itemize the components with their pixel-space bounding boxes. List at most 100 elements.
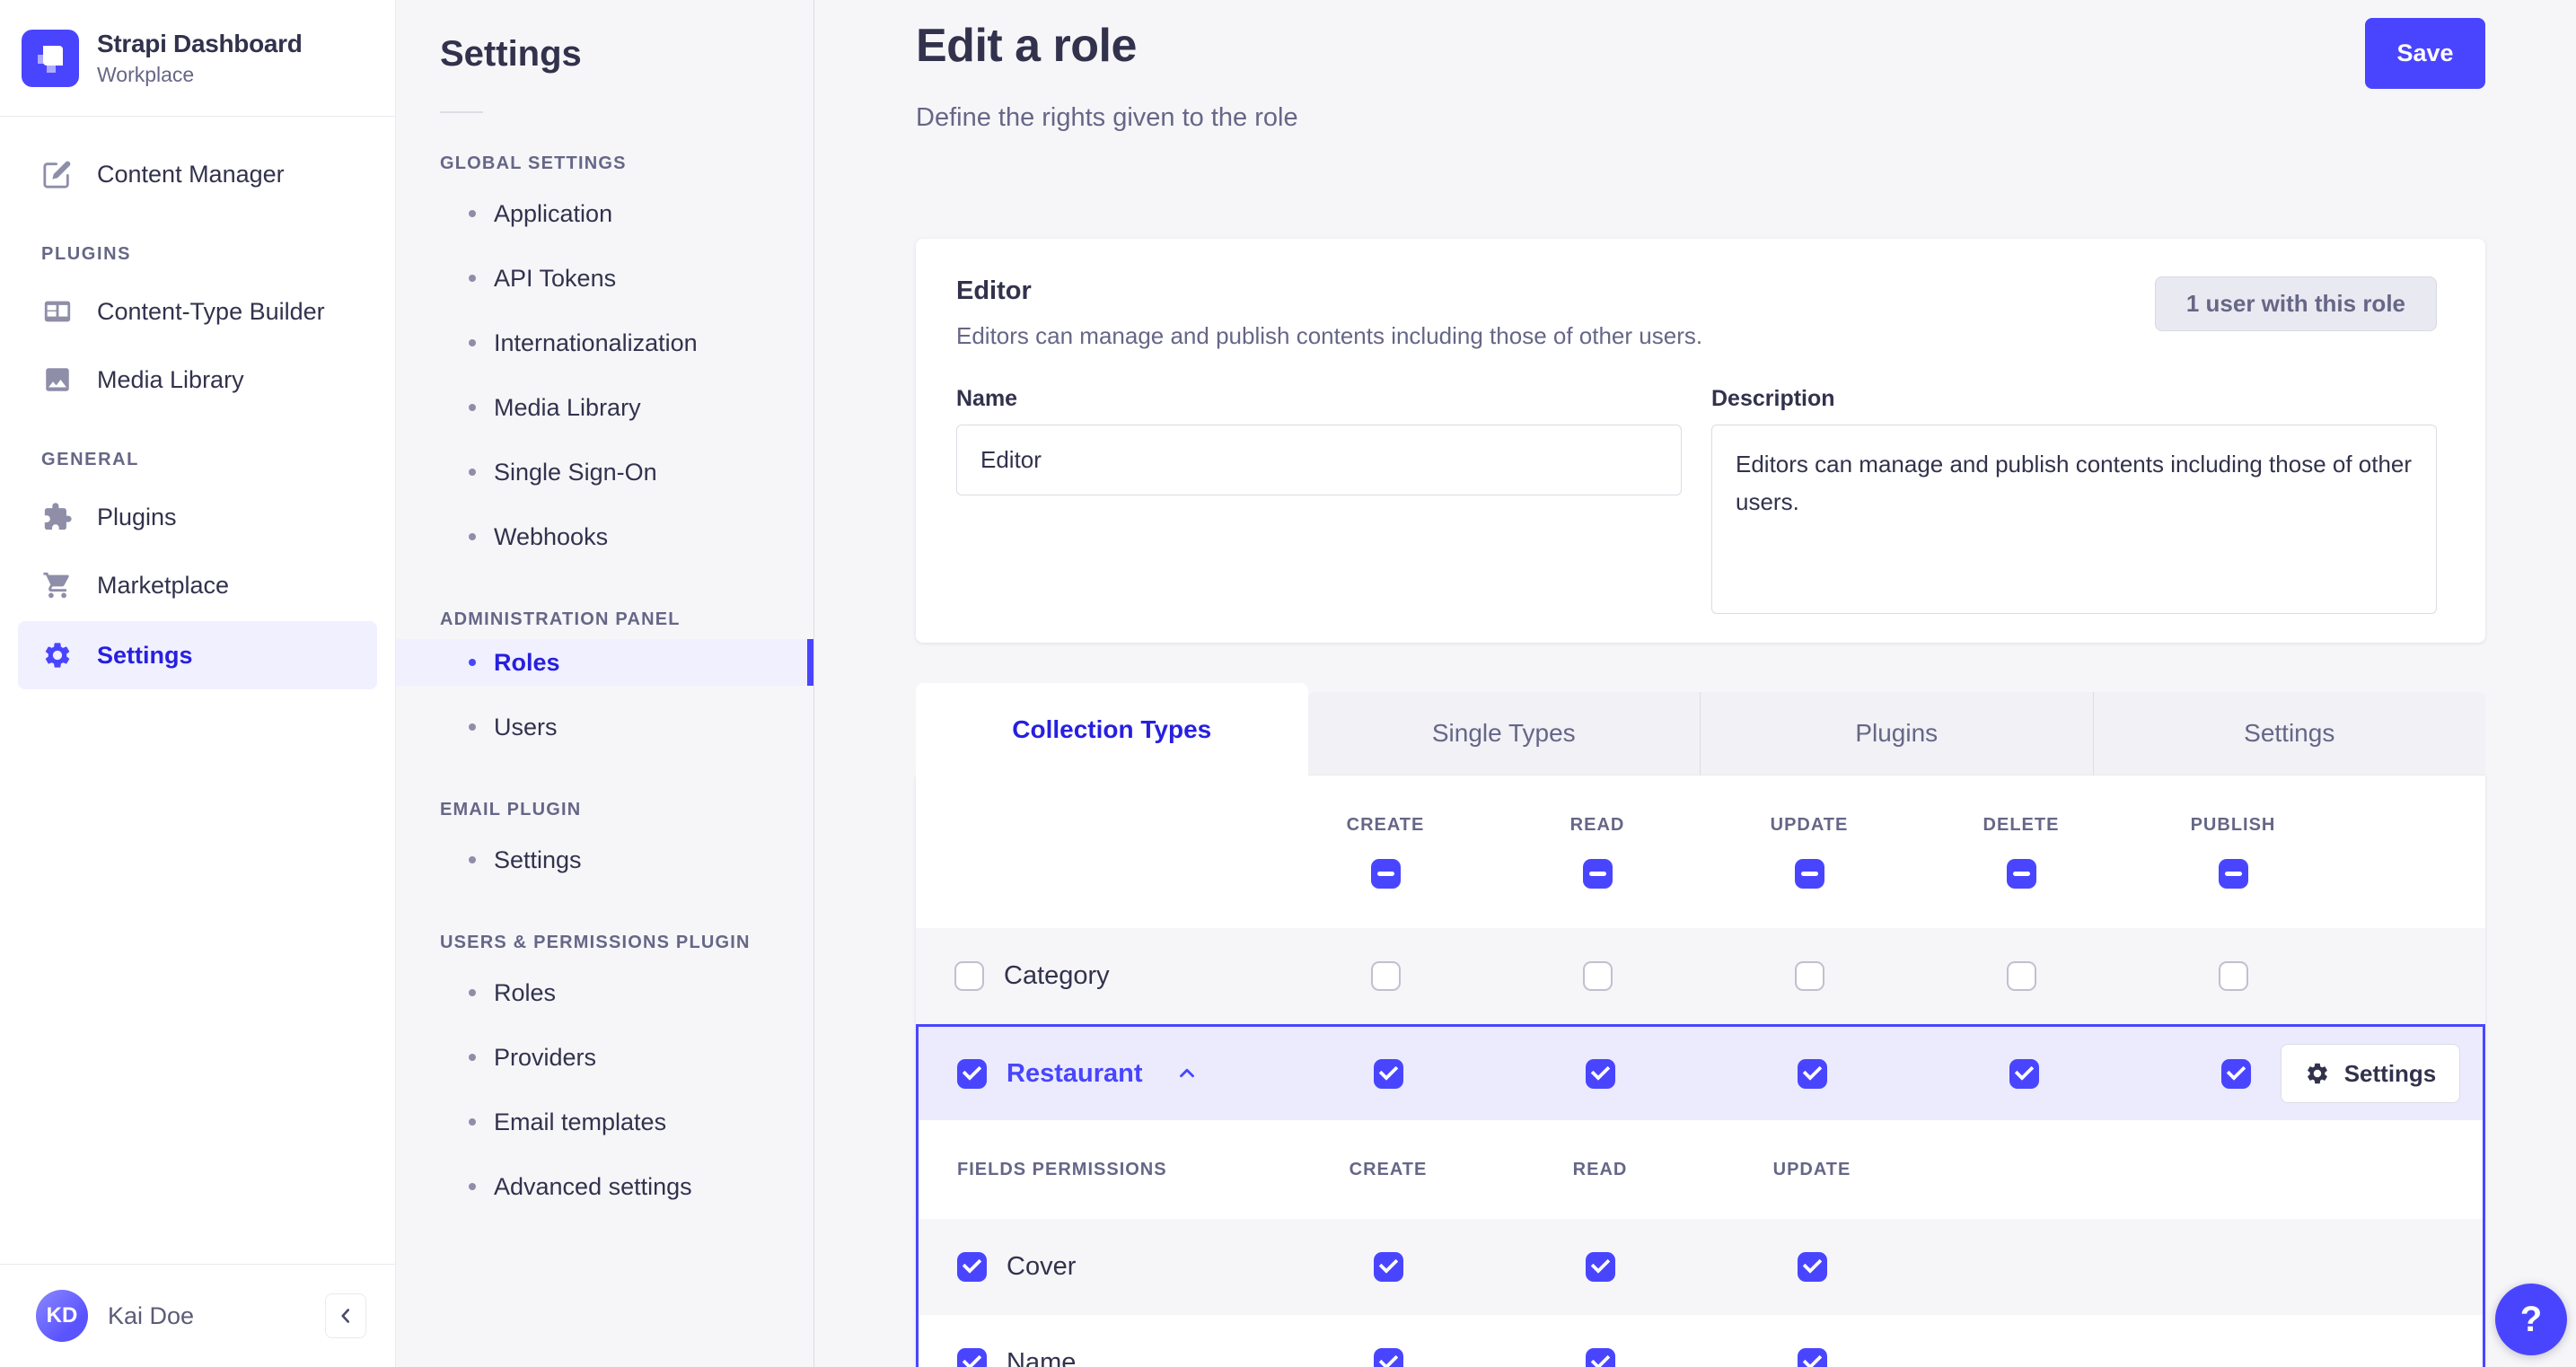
permissions-header-row: CREATE READ UPDATE DELETE PUBLISH [916,776,2485,928]
select-all-create-checkbox[interactable] [1370,859,1401,889]
subnav-section-global-settings: GLOBAL SETTINGS [440,153,627,173]
sidebar-item-media-library[interactable]: Media Library [0,346,395,414]
subnav-item-admin-users[interactable]: Users [396,695,813,759]
sidebar-item-content-type-builder[interactable]: Content-Type Builder [0,277,395,346]
subnav-section-email-plugin: EMAIL PLUGIN [440,800,582,819]
page-subtitle: Define the rights given to the role [916,103,1298,132]
sidebar-item-label: Content-Type Builder [97,297,325,325]
fields-column-create: CREATE [1349,1159,1428,1179]
restaurant-settings-button[interactable]: Settings [2281,1044,2460,1103]
description-field-label: Description [1711,386,1835,411]
role-name-input[interactable] [956,425,1682,495]
select-all-publish-checkbox[interactable] [2218,859,2248,889]
column-header-read: READ [1569,815,1625,835]
sidebar-item-content-manager[interactable]: Content Manager [0,140,395,208]
restaurant-delete-checkbox[interactable] [2009,1058,2039,1089]
subnav-title: Settings [440,34,582,74]
gear-icon [41,639,74,671]
subnav-item-email-settings[interactable]: Settings [396,828,813,892]
bullet-icon [469,404,476,411]
category-create-checkbox[interactable] [1370,961,1401,991]
pen-icon [41,158,74,190]
collapse-sidebar-button[interactable] [325,1293,366,1338]
save-button[interactable]: Save [2365,18,2485,89]
table-row-category: Category [916,928,2485,1024]
table-row-restaurant: Restaurant Settings [919,1027,2483,1120]
select-all-update-checkbox[interactable] [1794,859,1824,889]
subnav-item-application[interactable]: Application [396,181,813,246]
strapi-logo-icon [22,29,79,87]
bullet-icon [469,210,476,217]
bullet-icon [469,1118,476,1126]
name-update-checkbox[interactable] [1797,1348,1827,1367]
subnav-item-single-sign-on[interactable]: Single Sign-On [396,440,813,504]
sidebar-item-label: Settings [97,641,193,669]
select-all-delete-checkbox[interactable] [2006,859,2036,889]
restaurant-create-checkbox[interactable] [1373,1058,1403,1089]
bullet-icon [469,856,476,863]
row-label[interactable]: Category [1004,961,1110,991]
tab-plugins[interactable]: Plugins [1700,692,2093,776]
role-info-card: Editor Editors can manage and publish co… [916,239,2485,643]
workspace-switcher[interactable]: Strapi Dashboard Workplace [0,0,395,117]
chevron-up-icon[interactable] [1175,1062,1199,1085]
users-with-role-button[interactable]: 1 user with this role [2154,276,2437,331]
subnav-item-up-advanced-settings[interactable]: Advanced settings [396,1154,813,1219]
select-all-read-checkbox[interactable] [1582,859,1613,889]
restaurant-update-checkbox[interactable] [1797,1058,1827,1089]
subnav-section-administration-panel: ADMINISTRATION PANEL [440,609,681,629]
cover-row-checkbox[interactable] [957,1252,987,1282]
category-delete-checkbox[interactable] [2006,961,2036,991]
name-create-checkbox[interactable] [1373,1348,1403,1367]
category-read-checkbox[interactable] [1582,961,1613,991]
name-row-checkbox[interactable] [957,1348,987,1367]
sidebar-item-label: Plugins [97,503,177,530]
subnav-item-up-roles[interactable]: Roles [396,960,813,1025]
name-field-label: Name [956,386,1018,411]
restaurant-row-checkbox[interactable] [957,1058,987,1089]
cover-create-checkbox[interactable] [1373,1252,1403,1282]
tab-settings[interactable]: Settings [2092,692,2485,776]
tab-single-types[interactable]: Single Types [1307,692,1700,776]
subnav-item-up-email-templates[interactable]: Email templates [396,1090,813,1154]
page-title: Edit a role [916,20,1137,72]
row-label: Cover [1007,1252,1077,1281]
category-publish-checkbox[interactable] [2218,961,2248,991]
role-description-input[interactable]: Editors can manage and publish contents … [1711,425,2437,614]
settings-subnav: Settings GLOBAL SETTINGS Application API… [396,0,814,1367]
name-read-checkbox[interactable] [1585,1348,1615,1367]
subnav-item-media-library[interactable]: Media Library [396,375,813,440]
avatar[interactable]: KD [36,1290,88,1342]
sidebar-item-marketplace[interactable]: Marketplace [0,551,395,619]
workspace-name: Workplace [97,62,195,86]
subnav-item-internationalization[interactable]: Internationalization [396,311,813,375]
page-header: Edit a role Save [916,18,2485,89]
bullet-icon [469,989,476,996]
subnav-item-admin-roles[interactable]: Roles [396,639,813,686]
category-row-checkbox[interactable] [954,961,984,991]
bullet-icon [469,1054,476,1061]
restaurant-read-checkbox[interactable] [1585,1058,1615,1089]
tab-collection-types[interactable]: Collection Types [916,683,1308,776]
category-update-checkbox[interactable] [1794,961,1824,991]
restaurant-publish-checkbox[interactable] [2220,1058,2251,1089]
bullet-icon [469,339,476,346]
subnav-item-webhooks[interactable]: Webhooks [396,504,813,569]
strapi-admin-window: Strapi Dashboard Workplace Content Manag… [0,0,2576,1367]
subnav-section-users-permissions-plugin: USERS & PERMISSIONS PLUGIN [440,933,751,952]
column-header-publish: PUBLISH [2190,815,2276,835]
row-label[interactable]: Restaurant [1007,1059,1143,1089]
bullet-icon [469,659,476,666]
table-row-cover: Cover [919,1219,2483,1315]
cover-read-checkbox[interactable] [1585,1252,1615,1282]
row-label: Name [1007,1348,1077,1367]
subnav-item-up-providers[interactable]: Providers [396,1025,813,1090]
sidebar-section-plugins: PLUGINS [41,244,132,264]
cover-update-checkbox[interactable] [1797,1252,1827,1282]
sidebar-item-settings[interactable]: Settings [18,621,377,689]
sidebar-item-plugins[interactable]: Plugins [0,483,395,551]
help-button[interactable]: ? [2495,1284,2567,1355]
sidebar-item-label: Marketplace [97,571,230,599]
subnav-item-api-tokens[interactable]: API Tokens [396,246,813,311]
sidebar-item-label: Content Manager [97,160,285,188]
